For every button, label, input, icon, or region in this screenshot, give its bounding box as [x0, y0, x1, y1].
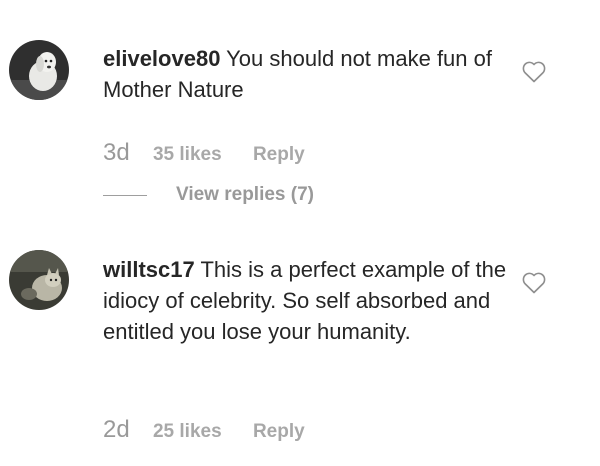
- comment-text: willtsc17 This is a perfect example of t…: [103, 254, 513, 347]
- likes-count[interactable]: 25 likes: [153, 421, 222, 442]
- comment-meta: 3d 35 likes Reply: [103, 139, 305, 167]
- timestamp[interactable]: 3d: [103, 139, 130, 166]
- view-replies-label: View replies (7): [176, 184, 314, 205]
- reply-button[interactable]: Reply: [253, 144, 305, 165]
- heart-icon[interactable]: [522, 272, 546, 294]
- avatar[interactable]: [9, 250, 69, 310]
- comment-meta: 2d 25 likes Reply: [103, 416, 305, 444]
- username[interactable]: willtsc17: [103, 257, 195, 282]
- heart-icon[interactable]: [522, 61, 546, 83]
- divider-line: [103, 194, 147, 196]
- timestamp[interactable]: 2d: [103, 416, 130, 443]
- username[interactable]: elivelove80: [103, 46, 220, 71]
- comment-text: elivelove80 You should not make fun of M…: [103, 43, 503, 105]
- view-replies-button[interactable]: View replies (7): [103, 184, 314, 206]
- avatar[interactable]: [9, 40, 69, 100]
- reply-button[interactable]: Reply: [253, 421, 305, 442]
- likes-count[interactable]: 35 likes: [153, 144, 222, 165]
